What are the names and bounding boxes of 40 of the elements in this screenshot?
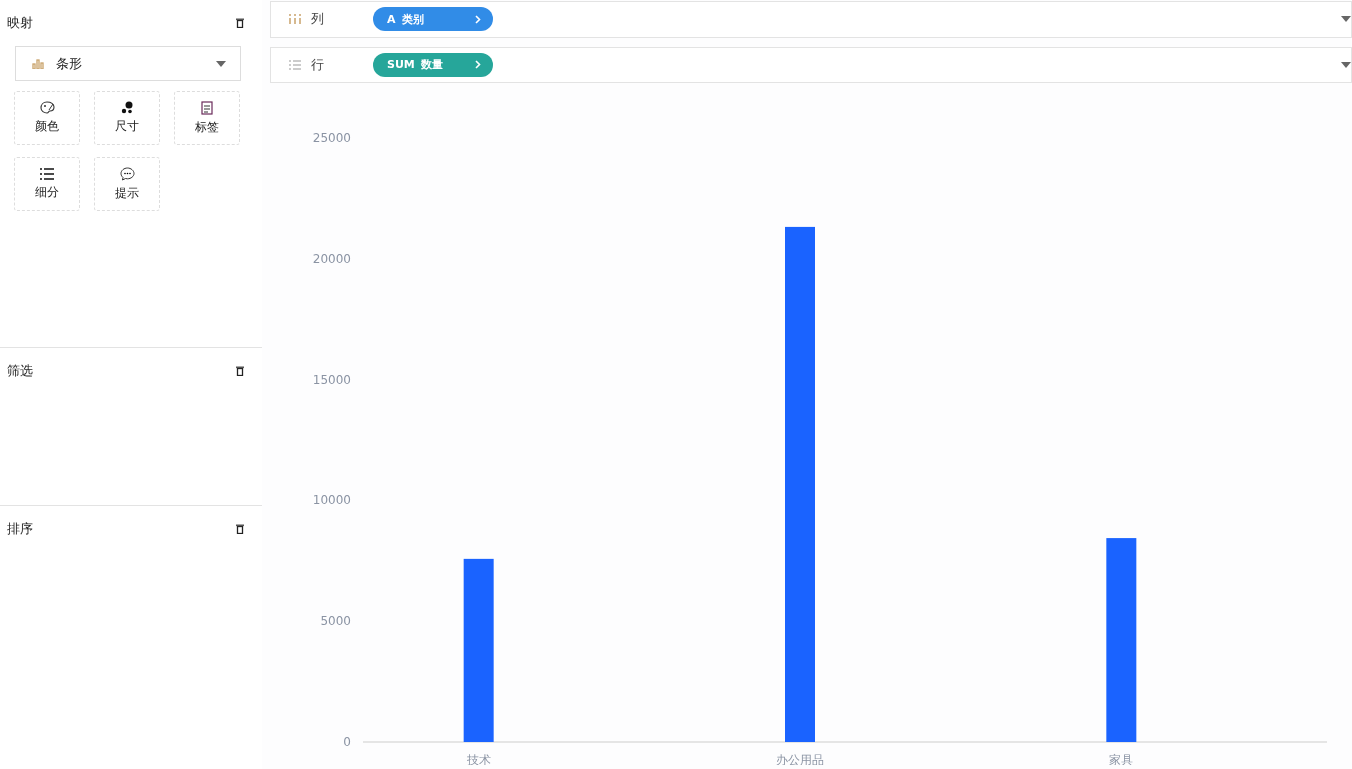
caret-icon (216, 60, 226, 67)
y-tick-label: 20000 (312, 251, 351, 266)
document-icon (201, 100, 213, 115)
section-title: 筛选 (7, 362, 33, 380)
tile-label: 标签 (195, 118, 219, 136)
y-tick-label: 5000 (320, 614, 351, 629)
x-tick-label: 技术 (466, 753, 491, 765)
trash-icon[interactable] (236, 524, 244, 534)
section-title: 映射 (7, 14, 33, 32)
caret-icon[interactable] (1341, 61, 1351, 68)
tile-label: 提示 (115, 184, 139, 202)
y-tick-label: 25000 (312, 131, 351, 145)
caret-icon[interactable] (1341, 16, 1351, 23)
trash-icon[interactable] (236, 366, 244, 376)
mapping-tile[interactable]: 标签 (174, 91, 240, 145)
mapping-tile[interactable]: 提示 (94, 157, 160, 211)
tile-label: 细分 (35, 183, 59, 201)
mapping-tile[interactable]: 颜色 (14, 91, 80, 145)
shelf-label: 行 (311, 55, 325, 74)
speech-bubble-icon (119, 166, 135, 181)
chart-type-dropdown[interactable]: 条形 (15, 46, 241, 81)
section-title: 排序 (7, 520, 33, 538)
columns-icon (289, 14, 301, 25)
palette-icon (39, 101, 55, 114)
tile-label: 尺寸 (115, 118, 139, 135)
dots-icon (120, 101, 134, 114)
list-icon (40, 167, 54, 180)
shelf-label: 列 (311, 10, 325, 29)
x-tick-label: 办公用品 (776, 753, 824, 765)
list-icon (289, 59, 301, 70)
mapping-tile[interactable]: 尺寸 (94, 91, 160, 145)
y-tick-label: 15000 (312, 372, 351, 387)
chevron-right-icon (475, 60, 481, 70)
trash-icon[interactable] (236, 18, 244, 28)
y-tick-label: 0 (343, 735, 351, 749)
chevron-right-icon (475, 14, 481, 24)
y-tick-label: 10000 (312, 493, 351, 508)
mapping-tile[interactable]: 细分 (14, 157, 80, 211)
tile-label: 颜色 (35, 118, 59, 135)
bar-chart-icon (32, 58, 44, 69)
